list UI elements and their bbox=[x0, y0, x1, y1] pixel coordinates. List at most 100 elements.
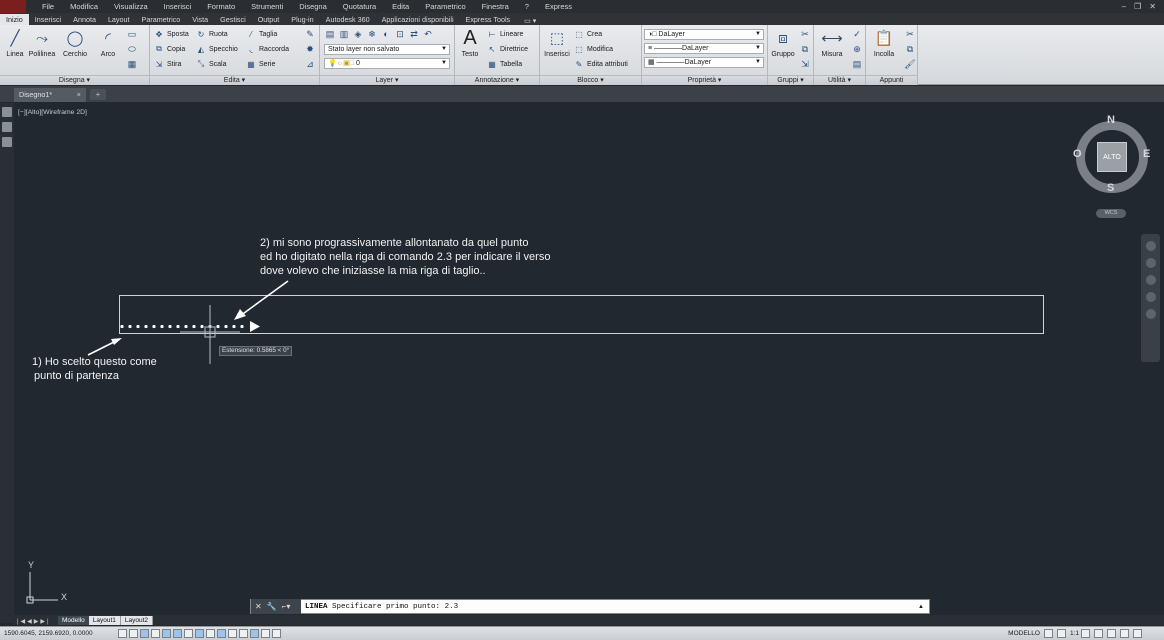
calculator-icon[interactable]: ▤ bbox=[851, 58, 863, 70]
layer-off-icon[interactable]: ◐ bbox=[380, 28, 392, 40]
menu-express[interactable]: Express bbox=[537, 2, 580, 11]
stira-button[interactable]: ⇲ Stira bbox=[154, 58, 182, 70]
layers-icon[interactable] bbox=[2, 122, 12, 132]
menu-formato[interactable]: Formato bbox=[199, 2, 243, 11]
isolate-objects-icon[interactable] bbox=[1120, 629, 1129, 638]
zoom-icon[interactable] bbox=[1145, 275, 1156, 285]
rectangle-icon[interactable]: ▭ bbox=[126, 28, 138, 40]
menu-parametrico[interactable]: Parametrico bbox=[417, 2, 473, 11]
tab-layout[interactable]: Layout bbox=[102, 14, 136, 25]
layer-dropdown[interactable]: 💡☼▣□ 0 ▼ bbox=[324, 58, 450, 69]
layout-nav-arrows-icon[interactable]: |◀◀▶▶| bbox=[14, 618, 58, 625]
viewport-label[interactable]: [−][Alto][Wireframe 2D] bbox=[18, 109, 87, 116]
snap-mode-icon[interactable] bbox=[129, 629, 138, 638]
tab-modello[interactable]: Modello bbox=[58, 616, 89, 625]
dynamic-ucs-icon[interactable] bbox=[206, 629, 215, 638]
panel-title-appunti[interactable]: Appunti bbox=[866, 75, 917, 85]
hatch-icon[interactable]: ▦ bbox=[126, 58, 138, 70]
drawing-canvas[interactable] bbox=[14, 103, 1164, 613]
group-select-icon[interactable]: ⇲ bbox=[799, 58, 811, 70]
compass-west[interactable]: O bbox=[1073, 148, 1082, 160]
save-icon[interactable] bbox=[2, 137, 12, 147]
command-line[interactable]: ✕ 🔧 ⌐▾ LINEA Specificare primo punto: 2.… bbox=[250, 599, 930, 614]
direttrice-button[interactable]: ↖ Direttrice bbox=[487, 43, 528, 55]
close-icon[interactable]: ✕ bbox=[1149, 2, 1156, 11]
group-edit-icon[interactable]: ⧉ bbox=[799, 43, 811, 55]
command-history-arrow-icon[interactable]: ▲ bbox=[918, 604, 929, 610]
cursor-coordinates[interactable]: 1590.6045, 2159.6920, 0.0000 bbox=[0, 630, 118, 637]
offset-icon[interactable]: ⊿ bbox=[304, 58, 316, 70]
layer-previous-icon[interactable]: ↶ bbox=[422, 28, 434, 40]
specchio-button[interactable]: ◭ Specchio bbox=[196, 43, 238, 55]
workspace-switch-icon[interactable] bbox=[1094, 629, 1103, 638]
annotation-monitor-icon[interactable] bbox=[272, 629, 281, 638]
copy-clip-icon[interactable]: ⧉ bbox=[904, 43, 916, 55]
cerchio-button[interactable]: ◯ Cerchio bbox=[60, 27, 90, 58]
restore-icon[interactable]: ❐ bbox=[1134, 2, 1141, 11]
drawn-rectangle[interactable] bbox=[119, 295, 1044, 334]
inserisci-button[interactable]: ⬚ Inserisci bbox=[542, 27, 572, 58]
viewcube-face[interactable]: ALTO bbox=[1097, 142, 1127, 172]
linetype-dropdown[interactable]: ≡ ————DaLayer ▼ bbox=[644, 43, 764, 54]
incolla-button[interactable]: 📋 Incolla bbox=[869, 27, 899, 58]
transparency-icon[interactable] bbox=[239, 629, 248, 638]
selection-cycling-icon[interactable] bbox=[261, 629, 270, 638]
menu-visualizza[interactable]: Visualizza bbox=[106, 2, 156, 11]
menu-inserisci[interactable]: Inserisci bbox=[156, 2, 200, 11]
panel-title-edita[interactable]: Edita ▾ bbox=[150, 75, 319, 85]
select-all-icon[interactable]: ⊕ bbox=[851, 43, 863, 55]
layer-lock-icon[interactable]: ⊡ bbox=[394, 28, 406, 40]
close-tab-icon[interactable]: × bbox=[77, 88, 81, 102]
edita-attributi-button[interactable]: ✎ Edita attributi bbox=[574, 58, 628, 70]
ellipse-icon[interactable]: ⬭ bbox=[126, 43, 138, 55]
tab-express-tools[interactable]: Express Tools bbox=[460, 14, 517, 25]
menu-help[interactable]: ? bbox=[517, 2, 537, 11]
lock-ui-icon[interactable] bbox=[1107, 629, 1116, 638]
serie-button[interactable]: ▦ Serie bbox=[246, 58, 275, 70]
layer-freeze-icon[interactable]: ❄ bbox=[366, 28, 378, 40]
menu-file[interactable]: File bbox=[34, 2, 62, 11]
misura-button[interactable]: ⟷ Misura bbox=[817, 27, 847, 58]
viewcube[interactable]: ALTO N S E O bbox=[1070, 113, 1154, 203]
taglia-button[interactable]: ⁄ Taglia bbox=[246, 28, 277, 40]
pan-icon[interactable] bbox=[1145, 258, 1156, 268]
tab-parametrico[interactable]: Parametrico bbox=[136, 14, 187, 25]
annotation-visibility-icon[interactable] bbox=[1081, 629, 1090, 638]
crea-button[interactable]: ⬚ Crea bbox=[574, 28, 602, 40]
minimize-icon[interactable]: – bbox=[1122, 2, 1126, 11]
panel-title-proprieta[interactable]: Proprietà ▾ bbox=[642, 75, 767, 85]
color-dropdown[interactable]: ◑□ DaLayer ▼ bbox=[644, 29, 764, 40]
gruppo-button[interactable]: ⧈ Gruppo bbox=[769, 27, 797, 59]
menu-strumenti[interactable]: Strumenti bbox=[243, 2, 291, 11]
layer-state-icon[interactable]: ▥ bbox=[338, 28, 350, 40]
customize-icon[interactable]: 🔧 bbox=[267, 602, 277, 611]
object-snap-tracking-icon[interactable] bbox=[195, 629, 204, 638]
quick-view-layouts-icon[interactable] bbox=[1043, 629, 1053, 638]
tab-layout2[interactable]: Layout2 bbox=[120, 616, 154, 625]
lineweight-dropdown[interactable]: ▦ ————DaLayer ▼ bbox=[644, 57, 764, 68]
orbit-icon[interactable] bbox=[1145, 292, 1156, 302]
layer-properties-icon[interactable]: ▤ bbox=[324, 28, 336, 40]
tab-layout1[interactable]: Layout1 bbox=[88, 616, 121, 625]
menu-modifica[interactable]: Modifica bbox=[62, 2, 106, 11]
panel-title-disegna[interactable]: Disegna ▾ bbox=[0, 75, 149, 85]
tab-inserisci[interactable]: Inserisci bbox=[29, 14, 67, 25]
properties-icon[interactable] bbox=[2, 107, 12, 117]
sposta-button[interactable]: ✥ Sposta bbox=[154, 28, 189, 40]
cut-icon[interactable]: ✂ bbox=[904, 28, 916, 40]
model-space-toggle[interactable]: MODELLO bbox=[1008, 630, 1044, 637]
grid-display-icon[interactable] bbox=[140, 629, 149, 638]
ribbon-toggle-icon[interactable]: ▭ ▾ bbox=[524, 17, 536, 25]
new-tab-button[interactable]: + bbox=[90, 89, 106, 100]
tab-gestisci[interactable]: Gestisci bbox=[214, 14, 252, 25]
lineare-button[interactable]: ⊢ Lineare bbox=[487, 28, 524, 40]
steering-wheel-icon[interactable] bbox=[1145, 241, 1156, 251]
quick-select-icon[interactable]: ✓ bbox=[851, 28, 863, 40]
modifica-button[interactable]: ⬚ Modifica bbox=[574, 43, 613, 55]
panel-title-blocco[interactable]: Blocco ▾ bbox=[540, 75, 641, 85]
layer-isolate-icon[interactable]: ◈ bbox=[352, 28, 364, 40]
wcs-menu[interactable]: WCS bbox=[1096, 209, 1126, 218]
tab-autodesk-360[interactable]: Autodesk 360 bbox=[320, 14, 376, 25]
layer-match-icon[interactable]: ⇄ bbox=[408, 28, 420, 40]
ruota-button[interactable]: ↻ Ruota bbox=[196, 28, 228, 40]
